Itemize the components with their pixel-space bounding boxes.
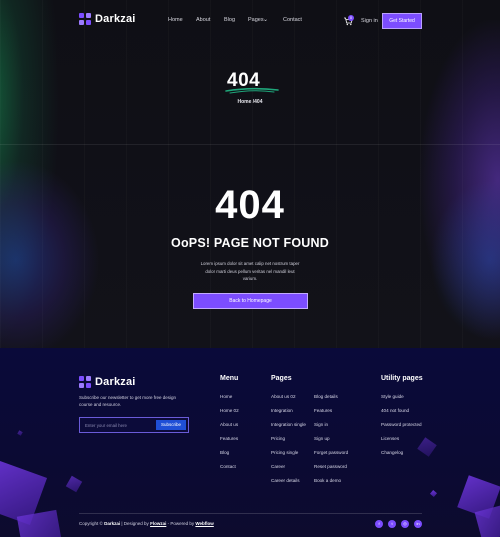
linkedin-icon[interactable]: in <box>414 520 422 528</box>
menu-item[interactable]: Blog <box>220 450 229 455</box>
menu-title: Menu <box>220 375 239 382</box>
pages-item[interactable]: About us 02 <box>271 394 296 399</box>
pages-item[interactable]: Career details <box>271 478 300 483</box>
underline-swoosh <box>225 87 279 94</box>
instagram-icon[interactable]: ◎ <box>401 520 409 528</box>
decor-cube <box>17 430 23 436</box>
utility-item[interactable]: Licenses <box>381 436 399 441</box>
pages-item[interactable]: Pricing single <box>271 450 298 455</box>
logo-icon <box>79 13 91 25</box>
twitter-icon[interactable]: t <box>388 520 396 528</box>
footer: Darkzai Subscribe our newsletter to get … <box>0 348 500 537</box>
copyright-designed: | Designed by <box>121 521 149 526</box>
utility-item[interactable]: Changelog <box>381 450 403 455</box>
utility-item[interactable]: 404 not found <box>381 408 409 413</box>
utility-title: Utility pages <box>381 375 423 382</box>
copyright-powered: - Powered by <box>167 521 195 526</box>
error-description: Lorem ipsum dolor sit amet calip net nos… <box>200 261 300 281</box>
decor-cube <box>65 475 83 493</box>
pages-item[interactable]: Sign in <box>314 422 328 427</box>
nav-about[interactable]: About <box>196 17 210 23</box>
logo-icon <box>79 376 91 388</box>
utility-item[interactable]: Password protected <box>381 422 422 427</box>
cart-badge: 0 <box>348 15 354 21</box>
utility-item[interactable]: Style guide <box>381 394 404 399</box>
nav-blog[interactable]: Blog <box>224 17 235 23</box>
error-title: OoPS! PAGE NOT FOUND <box>171 236 329 250</box>
pages-item[interactable]: Integration single <box>271 422 306 427</box>
decor-cube <box>417 437 437 457</box>
pages-item[interactable]: Integration <box>271 408 293 413</box>
designer-link[interactable]: Flowzai <box>150 521 166 526</box>
email-input[interactable]: Enter your email here <box>85 423 127 428</box>
copyright-prefix: Copyright © <box>79 521 103 526</box>
logo[interactable]: Darkzai <box>79 13 136 25</box>
footer-divider <box>79 513 422 514</box>
pages-item[interactable]: Career <box>271 464 285 469</box>
signin-link[interactable]: Sign in <box>361 18 378 24</box>
get-started-button[interactable]: Get Started <box>382 13 422 29</box>
pages-item[interactable]: Book a demo <box>314 478 341 483</box>
nav-contact[interactable]: Contact <box>283 17 302 23</box>
error-code: 404 <box>215 183 285 227</box>
pages-item[interactable]: Features <box>314 408 332 413</box>
footer-logo[interactable]: Darkzai <box>79 376 136 388</box>
menu-item[interactable]: About us <box>220 422 238 427</box>
pages-item[interactable]: Pricing <box>271 436 285 441</box>
subscribe-text: Subscribe our newsletter to get more fre… <box>79 395 177 407</box>
pages-title: Pages <box>271 375 292 382</box>
pages-item[interactable]: Reset password <box>314 464 347 469</box>
navbar: Darkzai Home About Blog Pages ⌄ Contact … <box>0 0 500 42</box>
facebook-icon[interactable]: f <box>375 520 383 528</box>
platform-link[interactable]: Webflow <box>195 521 213 526</box>
pages-item[interactable]: Forget password <box>314 450 348 455</box>
divider <box>0 144 500 145</box>
back-to-homepage-button[interactable]: Back to Homepage <box>193 293 308 309</box>
footer-brand-name: Darkzai <box>95 376 136 388</box>
menu-item[interactable]: Features <box>220 436 238 441</box>
menu-item[interactable]: Home 02 <box>220 408 239 413</box>
brand-name: Darkzai <box>95 13 136 25</box>
pages-item[interactable]: Blog details <box>314 394 338 399</box>
copyright: Copyright © Darkzai | Designed by Flowza… <box>79 521 214 526</box>
copyright-brand-link[interactable]: Darkzai <box>104 521 120 526</box>
menu-item[interactable]: Home <box>220 394 232 399</box>
pages-item[interactable]: Sign up <box>314 436 330 441</box>
subscribe-form: Enter your email here Subscribe <box>79 417 189 433</box>
breadcrumb: Home /404 <box>237 99 263 105</box>
menu-item[interactable]: Contact <box>220 464 236 469</box>
nav-pages[interactable]: Pages <box>248 17 264 23</box>
decor-cube <box>429 489 438 498</box>
subscribe-button[interactable]: Subscribe <box>156 420 186 430</box>
chevron-down-icon[interactable]: ⌄ <box>263 16 268 23</box>
nav-home[interactable]: Home <box>168 17 183 23</box>
hero-section: Darkzai Home About Blog Pages ⌄ Contact … <box>0 0 500 348</box>
